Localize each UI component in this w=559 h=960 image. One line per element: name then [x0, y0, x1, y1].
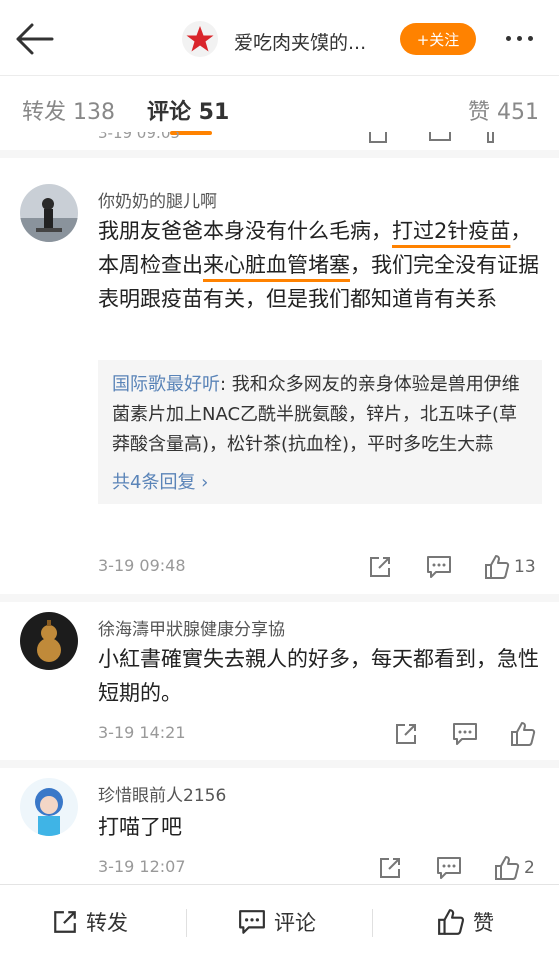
reply-icon[interactable] [436, 854, 462, 882]
like-label: 赞 [473, 911, 494, 935]
like-count: 2 [524, 858, 535, 878]
comment-text: 我朋友爸爸本身没有什么毛病，打过2针疫苗，本周检查出来心脏血管堵塞，我们完全没有… [98, 219, 539, 311]
tab-likes[interactable]: 赞 451 [468, 94, 539, 126]
thumbs-up-icon [495, 856, 520, 880]
like-button[interactable]: 赞 [437, 907, 494, 937]
avatar[interactable] [20, 184, 78, 242]
separator [186, 909, 187, 937]
separator [372, 909, 373, 937]
tab-bar: 转发 138 评论 51 赞 451 [0, 77, 559, 137]
view-replies-link[interactable]: 共4条回复 › [112, 468, 528, 494]
author-avatar[interactable] [182, 21, 218, 57]
comment-text: 打喵了吧 [98, 815, 182, 839]
back-arrow-icon[interactable] [14, 22, 54, 56]
comment-username[interactable]: 徐海濤甲狀腺健康分享協 [98, 615, 285, 640]
share-icon [54, 911, 76, 933]
like-button[interactable] [510, 720, 536, 748]
repost-button[interactable]: 转发 [52, 907, 128, 937]
comment-text: 小紅書確實失去親人的好多，每天都看到，急性短期的。 [98, 647, 539, 705]
avatar[interactable] [20, 778, 78, 836]
divider [0, 594, 559, 602]
share-icon[interactable] [368, 132, 390, 144]
bottom-action-bar: 转发 评论 赞 [0, 884, 559, 960]
reply-username[interactable]: 国际歌最好听 [112, 374, 220, 395]
thumbs-up-icon [511, 722, 536, 746]
previous-comment-meta: 3-19 09:05 [0, 132, 559, 148]
reply-icon[interactable] [452, 720, 478, 748]
share-icon[interactable] [368, 553, 392, 581]
comment-username[interactable]: 你奶奶的腿儿啊 [98, 187, 217, 212]
comment-time: 3-19 09:05 [98, 132, 181, 142]
divider [0, 760, 559, 768]
divider [0, 150, 559, 158]
top-bar: 爱吃肉夹馍的... +关注 [0, 0, 559, 76]
like-count: 13 [514, 557, 536, 577]
share-icon[interactable] [394, 720, 418, 748]
author-name[interactable]: 爱吃肉夹馍的... [234, 28, 366, 55]
comment-button[interactable]: 评论 [238, 907, 316, 937]
comment-username[interactable]: 珍惜眼前人2156 [98, 781, 226, 806]
thumbs-up-icon [485, 555, 510, 579]
highlighted-text: 打过2针疫苗 [392, 219, 511, 243]
repost-label: 转发 [86, 911, 128, 935]
comment-meta: 3-19 12:07 2 [98, 854, 542, 882]
reply-preview-box[interactable]: 国际歌最好听: 我和众多网友的亲身体验是兽用伊维菌素片加上NAC乙酰半胱氨酸，锌… [98, 360, 542, 504]
comment-time: 3-19 09:48 [98, 556, 186, 575]
reply-icon[interactable] [428, 132, 452, 144]
more-icon[interactable] [506, 36, 533, 41]
follow-button[interactable]: +关注 [400, 23, 476, 55]
like-button[interactable]: 2 [494, 854, 535, 882]
reply-text: 国际歌最好听: 我和众多网友的亲身体验是兽用伊维菌素片加上NAC乙酰半胱氨酸，锌… [112, 374, 520, 455]
share-icon[interactable] [378, 854, 402, 882]
tab-comments[interactable]: 评论 51 [147, 94, 229, 126]
tab-reposts[interactable]: 转发 138 [22, 94, 115, 126]
like-button[interactable]: 13 [484, 553, 536, 581]
thumbs-up-icon [438, 909, 465, 935]
like-icon[interactable] [486, 132, 510, 144]
comment-meta: 3-19 09:48 13 [98, 553, 542, 581]
comment-time: 3-19 14:21 [98, 723, 186, 742]
highlighted-text: 来心脏血管堵塞 [203, 253, 350, 277]
reply-icon[interactable] [426, 553, 452, 581]
comment-label: 评论 [274, 911, 316, 935]
comment-meta: 3-19 14:21 [98, 720, 542, 748]
comment-icon [239, 910, 265, 934]
comment-time: 3-19 12:07 [98, 857, 186, 876]
avatar[interactable] [20, 612, 78, 670]
